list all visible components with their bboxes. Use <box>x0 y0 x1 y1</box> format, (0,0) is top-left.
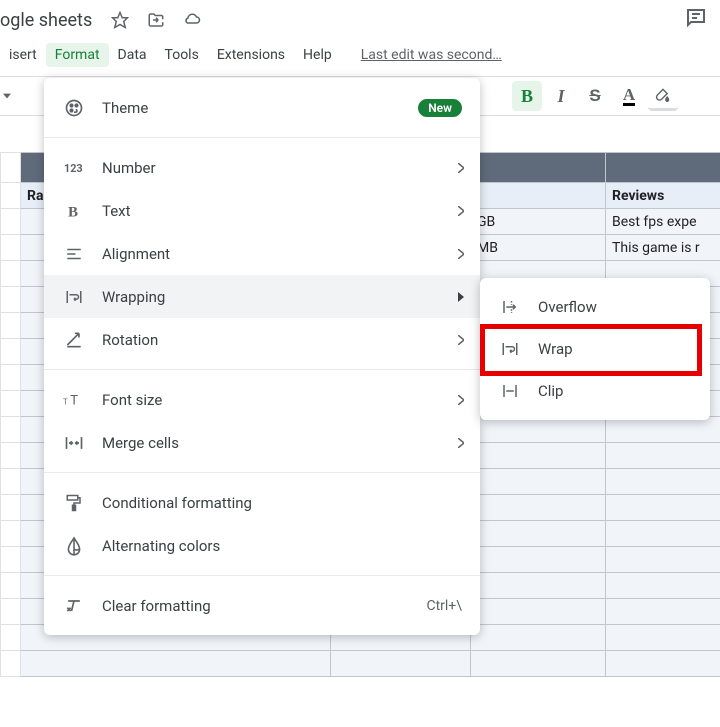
rotation-icon <box>62 328 86 352</box>
menu-format[interactable]: Format <box>46 43 109 67</box>
document-title[interactable]: ogle sheets <box>0 10 92 31</box>
menu-separator <box>44 137 480 138</box>
column-header[interactable] <box>606 153 720 183</box>
comment-history-icon[interactable] <box>684 6 708 30</box>
toolbar-dropdown-icon[interactable] <box>0 92 14 100</box>
clip-icon <box>498 379 522 403</box>
number-icon: 123 <box>62 156 86 180</box>
chevron-right-icon <box>458 206 464 216</box>
font-size-icon: TT <box>62 388 86 412</box>
menu-theme[interactable]: Theme New <box>44 86 480 129</box>
menu-help[interactable]: Help <box>294 43 341 67</box>
wrap-icon <box>498 337 522 361</box>
align-left-icon <box>62 242 86 266</box>
cloud-status-icon[interactable] <box>182 10 202 30</box>
title-bar: ogle sheets <box>0 0 720 40</box>
overflow-icon <box>498 295 522 319</box>
menu-label: Overflow <box>538 298 692 316</box>
submenu-clip[interactable]: Clip <box>480 370 710 412</box>
menu-data[interactable]: Data <box>109 43 156 67</box>
strikethrough-button[interactable]: S <box>580 81 610 111</box>
column-header[interactable] <box>471 153 606 183</box>
menu-label: Wrapping <box>102 288 462 306</box>
menu-label: Clip <box>538 382 692 400</box>
menu-separator <box>44 575 480 576</box>
paint-roller-icon <box>62 491 86 515</box>
menu-label: Alternating colors <box>102 537 462 555</box>
menu-alternating-colors[interactable]: Alternating colors <box>44 524 480 567</box>
new-badge: New <box>418 99 462 117</box>
bold-icon: B <box>62 199 86 223</box>
chevron-right-icon <box>458 292 464 302</box>
menu-clear-formatting[interactable]: Clear formatting Ctrl+\ <box>44 584 480 627</box>
menu-label: Theme <box>102 99 418 117</box>
move-folder-icon[interactable] <box>146 10 166 30</box>
format-menu-dropdown: Theme New 123 Number B Text Alignment <box>44 78 480 635</box>
chevron-right-icon <box>458 249 464 259</box>
cell-header[interactable] <box>471 183 606 209</box>
svg-text:B: B <box>68 204 78 220</box>
svg-text:123: 123 <box>64 162 83 175</box>
clear-format-icon <box>62 594 86 618</box>
menu-alignment[interactable]: Alignment <box>44 232 480 275</box>
bold-button[interactable]: B <box>512 81 542 111</box>
menu-label: Wrap <box>538 340 692 358</box>
menu-separator <box>44 369 480 370</box>
menu-label: Number <box>102 159 462 177</box>
chevron-right-icon <box>458 395 464 405</box>
menu-font-size[interactable]: TT Font size <box>44 378 480 421</box>
submenu-overflow[interactable]: Overflow <box>480 286 710 328</box>
cell[interactable]: Best fps expe <box>606 209 720 235</box>
cell[interactable]: GB <box>471 209 606 235</box>
menu-label: Alignment <box>102 245 462 263</box>
submenu-wrap[interactable]: Wrap <box>480 328 710 370</box>
menu-number[interactable]: 123 Number <box>44 146 480 189</box>
merge-icon <box>62 431 86 455</box>
menu-label: Rotation <box>102 331 462 349</box>
fill-color-button[interactable] <box>648 81 678 111</box>
menu-insert[interactable]: isert <box>0 43 46 67</box>
shortcut-label: Ctrl+\ <box>426 598 462 614</box>
droplet-icon <box>62 534 86 558</box>
cell[interactable]: MB <box>471 235 606 261</box>
last-edit-link[interactable]: Last edit was second… <box>361 47 502 63</box>
svg-text:T: T <box>70 393 78 407</box>
italic-button[interactable]: I <box>546 81 576 111</box>
menu-bar: isert Format Data Tools Extensions Help … <box>0 40 720 70</box>
wrap-icon <box>62 285 86 309</box>
menu-text[interactable]: B Text <box>44 189 480 232</box>
menu-label: Merge cells <box>102 434 462 452</box>
menu-merge-cells[interactable]: Merge cells <box>44 421 480 464</box>
menu-tools[interactable]: Tools <box>156 43 208 67</box>
menu-label: Clear formatting <box>102 597 426 615</box>
text-color-button[interactable]: A <box>614 81 644 111</box>
cell[interactable]: This game is r <box>606 235 720 261</box>
wrapping-submenu: Overflow Wrap Clip <box>480 278 710 420</box>
svg-text:T: T <box>63 397 68 406</box>
menu-label: Font size <box>102 391 462 409</box>
menu-separator <box>44 472 480 473</box>
chevron-right-icon <box>458 438 464 448</box>
star-icon[interactable] <box>110 10 130 30</box>
menu-conditional-formatting[interactable]: Conditional formatting <box>44 481 480 524</box>
menu-wrapping[interactable]: Wrapping <box>44 275 480 318</box>
menu-label: Text <box>102 202 462 220</box>
theme-icon <box>62 96 86 120</box>
cell-header[interactable]: Reviews <box>606 183 720 209</box>
chevron-right-icon <box>458 335 464 345</box>
menu-extensions[interactable]: Extensions <box>208 43 294 67</box>
menu-rotation[interactable]: Rotation <box>44 318 480 361</box>
menu-label: Conditional formatting <box>102 494 462 512</box>
chevron-right-icon <box>458 163 464 173</box>
